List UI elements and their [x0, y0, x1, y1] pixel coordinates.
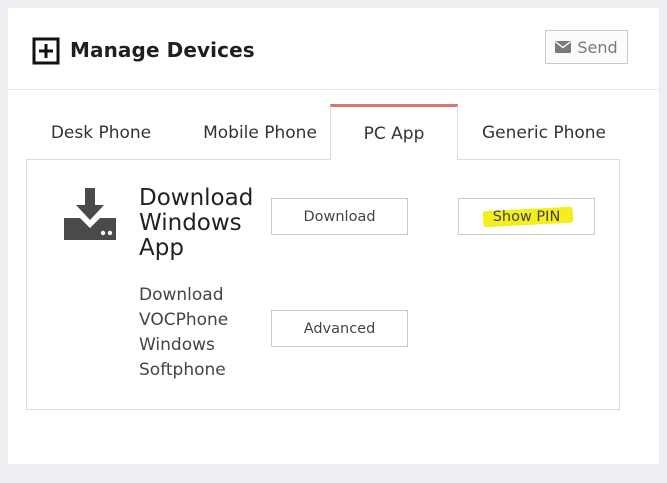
download-tray-icon [64, 188, 116, 240]
tab-label: Generic Phone [482, 123, 606, 143]
heading-line: Windows [139, 210, 242, 236]
tab-generic-phone[interactable]: Generic Phone [468, 106, 620, 160]
plus-square-icon[interactable] [32, 37, 60, 65]
heading-line: App [139, 235, 184, 261]
card-header: Manage Devices Send [8, 8, 659, 90]
tab-pc-app[interactable]: PC App [330, 104, 458, 160]
tab-desk-phone[interactable]: Desk Phone [26, 106, 176, 160]
download-button-label: Download [303, 208, 376, 225]
device-tabs: Desk Phone Mobile Phone PC App Generic P… [26, 104, 620, 160]
description-line: Softphone [139, 360, 226, 380]
tab-mobile-phone[interactable]: Mobile Phone [184, 106, 336, 160]
description-line: VOCPhone [139, 310, 229, 330]
download-button[interactable]: Download [271, 198, 408, 235]
send-label: Send [577, 37, 618, 57]
download-heading: Download Windows App [139, 186, 259, 261]
advanced-button[interactable]: Advanced [271, 310, 408, 347]
download-description: Download VOCPhone Windows Softphone [139, 283, 249, 383]
show-pin-button-label: Show PIN [492, 208, 561, 225]
tab-label: Desk Phone [50, 123, 152, 143]
envelope-icon [555, 41, 572, 53]
show-pin-button[interactable]: Show PIN [458, 198, 595, 235]
page-title: Manage Devices [70, 38, 255, 62]
send-button[interactable]: Send [545, 30, 628, 64]
advanced-button-label: Advanced [303, 320, 376, 337]
description-line: Download [139, 285, 224, 305]
heading-line: Download [139, 185, 254, 211]
description-line: Windows [139, 335, 215, 355]
tab-label: PC App [363, 123, 425, 144]
tab-label: Mobile Phone [203, 123, 317, 143]
